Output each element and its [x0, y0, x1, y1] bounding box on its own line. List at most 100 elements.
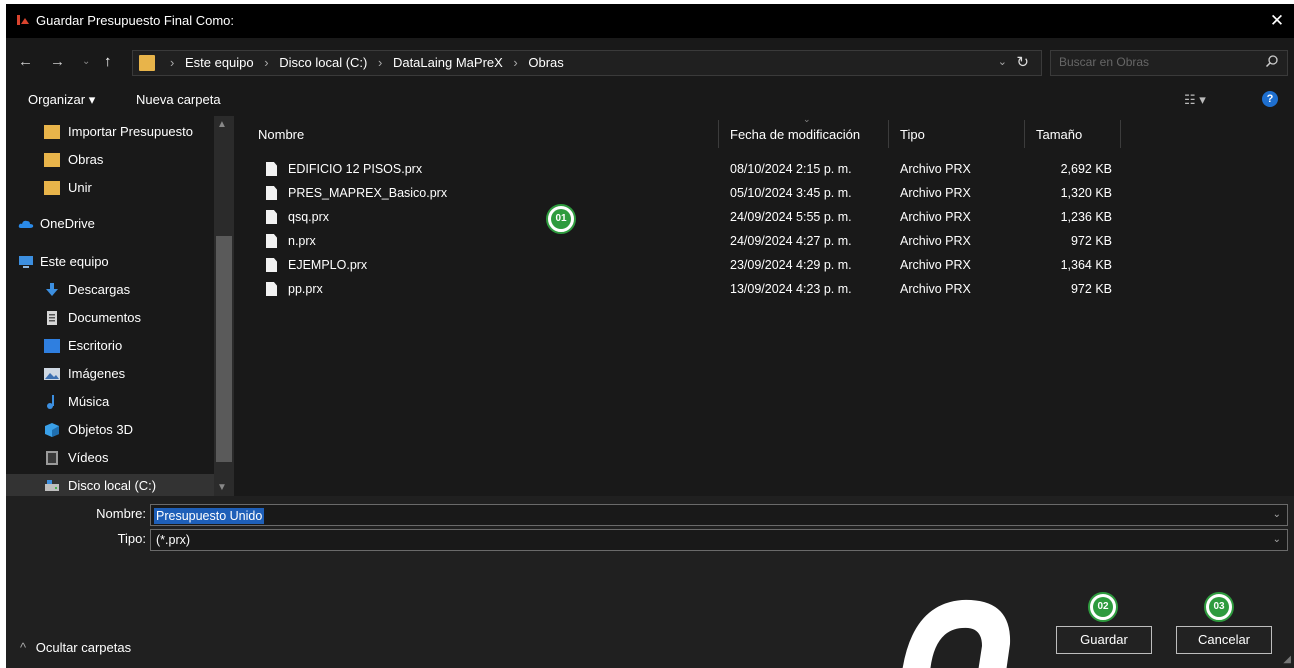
column-header-date[interactable]: Fecha de modificación [722, 116, 888, 150]
chevron-right-icon: › [513, 55, 518, 70]
sidebar-item-videos[interactable]: Vídeos [6, 446, 214, 470]
organize-button[interactable]: Organizar ▾ [28, 92, 95, 108]
computer-icon [19, 256, 33, 268]
file-row[interactable]: n.prx 24/09/2024 4:27 p. m. Archivo PRX … [238, 230, 1138, 254]
breadcrumb-item[interactable]: Este equipo [185, 55, 254, 70]
sidebar-scrollbar[interactable]: ▲ ▼ [214, 116, 234, 496]
chevron-down-icon[interactable]: ⌄ [1273, 534, 1281, 545]
sidebar-item-objetos-3d[interactable]: Objetos 3D [6, 418, 214, 442]
chevron-down-icon[interactable]: ▼ [217, 482, 227, 493]
column-divider[interactable] [1024, 120, 1025, 148]
file-date: 24/09/2024 5:55 p. m. [730, 210, 852, 224]
hide-folders-label: Ocultar carpetas [35, 640, 132, 655]
sidebar-item-label: Escritorio [68, 338, 123, 353]
breadcrumb-item[interactable]: Disco local (C:) [279, 55, 367, 70]
file-date: 08/10/2024 2:15 p. m. [730, 162, 852, 176]
refresh-icon: ↻ [1016, 54, 1029, 71]
file-row[interactable]: PRES_MAPREX_Basico.prx 05/10/2024 3:45 p… [238, 182, 1138, 206]
navigation-pane: Importar Presupuesto Obras Unir OneDrive… [6, 116, 238, 496]
search-placeholder: Buscar en Obras [1059, 55, 1150, 69]
column-header-type[interactable]: Tipo [892, 116, 1022, 150]
column-divider[interactable] [1120, 120, 1121, 148]
file-icon [266, 186, 277, 200]
breadcrumb-item[interactable]: DataLaing MaPreX [393, 55, 503, 70]
column-divider[interactable] [888, 120, 889, 148]
search-input[interactable]: Buscar en Obras [1050, 50, 1288, 76]
file-type-label: Tipo: [117, 531, 146, 546]
file-type-select[interactable]: (*.prx) ⌄ [150, 529, 1288, 551]
file-icon [266, 210, 277, 224]
file-row[interactable]: pp.prx 13/09/2024 4:23 p. m. Archivo PRX… [238, 278, 1138, 302]
address-bar[interactable]: › Este equipo › Disco local (C:) › DataL… [132, 50, 1042, 76]
help-icon[interactable]: ? [1262, 91, 1278, 107]
file-icon [266, 258, 277, 272]
sidebar-item-obras[interactable]: Obras [6, 148, 214, 172]
file-row[interactable]: EDIFICIO 12 PISOS.prx 08/10/2024 2:15 p.… [238, 158, 1138, 182]
address-dropdown-button[interactable]: ⌄ [998, 55, 1007, 68]
file-date: 13/09/2024 4:23 p. m. [730, 282, 852, 296]
chevron-up-icon[interactable]: ▲ [217, 119, 227, 130]
forward-button[interactable]: → [50, 52, 65, 72]
file-icon [266, 282, 277, 296]
sidebar-item-documentos[interactable]: Documentos [6, 306, 214, 330]
refresh-button[interactable]: ↻ [1016, 53, 1029, 71]
document-icon [47, 311, 57, 325]
sidebar-item-escritorio[interactable]: Escritorio [6, 334, 214, 358]
callout-badge-01: 01 [546, 204, 576, 234]
column-header-name[interactable]: Nombre [250, 116, 718, 150]
file-name-label: Nombre: [96, 506, 146, 521]
file-size: 972 KB [1070, 282, 1112, 296]
column-header-size[interactable]: Tamaño [1028, 116, 1118, 150]
sidebar-item-imagenes[interactable]: Imágenes [6, 362, 214, 386]
callout-badge-label: 02 [1093, 597, 1113, 617]
app-icon [17, 15, 29, 25]
save-button[interactable]: Guardar [1056, 626, 1152, 654]
sidebar-item-descargas[interactable]: Descargas [6, 278, 214, 302]
window-title: Guardar Presupuesto Final Como: [36, 13, 234, 28]
up-button[interactable]: ↑ [104, 52, 112, 72]
file-size: 1,364 KB [1060, 258, 1112, 272]
watermark-graphic [902, 599, 1011, 668]
callout-badge-02: 02 [1088, 592, 1118, 622]
callout-badge-label: 01 [551, 209, 571, 229]
save-options-panel: Nombre: Presupuesto Unido ⌄ Tipo: (*.prx… [6, 496, 1294, 668]
folder-icon [44, 153, 60, 167]
sidebar-item-label: Imágenes [68, 366, 126, 381]
sidebar-item-label: Unir [68, 180, 92, 195]
new-folder-button[interactable]: Nueva carpeta [136, 92, 221, 107]
breadcrumb-item[interactable]: Obras [528, 55, 563, 70]
sidebar-item-disco-local[interactable]: Disco local (C:) [6, 474, 214, 496]
cancel-button[interactable]: Cancelar [1176, 626, 1272, 654]
sidebar-item-label: Vídeos [68, 450, 109, 465]
sidebar-item-importar-presupuesto[interactable]: Importar Presupuesto [6, 120, 214, 144]
chevron-up-icon: ^ [20, 640, 27, 655]
sidebar-item-label: Importar Presupuesto [68, 124, 194, 139]
sidebar-item-label: OneDrive [40, 216, 95, 231]
view-options-button[interactable]: ☷ ▾ [1184, 92, 1206, 108]
hide-folders-button[interactable]: ^ Ocultar carpetas [20, 640, 131, 655]
file-name: qsq.prx [288, 210, 329, 224]
column-divider[interactable] [718, 120, 719, 148]
sidebar-item-este-equipo[interactable]: Este equipo [6, 250, 214, 274]
file-size: 1,320 KB [1060, 186, 1112, 200]
sidebar-item-onedrive[interactable]: OneDrive [6, 212, 214, 236]
close-button[interactable]: ✕ [1266, 10, 1288, 32]
chevron-right-icon: › [377, 55, 383, 70]
resize-grip-icon[interactable]: ◢ [1283, 654, 1291, 665]
chevron-down-icon[interactable]: ⌄ [1273, 509, 1281, 520]
column-header-label: Tamaño [1036, 127, 1083, 142]
sidebar-item-musica[interactable]: Música [6, 390, 214, 414]
recent-locations-button[interactable]: ⌄ [82, 52, 90, 72]
file-row[interactable]: EJEMPLO.prx 23/09/2024 4:29 p. m. Archiv… [238, 254, 1138, 278]
file-row[interactable]: qsq.prx 24/09/2024 5:55 p. m. Archivo PR… [238, 206, 1138, 230]
sidebar-item-unir[interactable]: Unir [6, 176, 214, 200]
chevron-right-icon: › [264, 55, 269, 70]
chevron-down-icon: ⌄ [82, 56, 91, 67]
scrollbar-thumb[interactable] [216, 236, 232, 462]
back-button[interactable]: ← [18, 52, 33, 72]
address-row: ← → ⌄ ↑ › Este equipo › Disco local (C:)… [6, 46, 1294, 80]
file-type: Archivo PRX [900, 258, 971, 272]
folder-icon [44, 125, 60, 139]
file-name-field[interactable]: Presupuesto Unido ⌄ [150, 504, 1288, 526]
search-icon [1265, 55, 1278, 68]
